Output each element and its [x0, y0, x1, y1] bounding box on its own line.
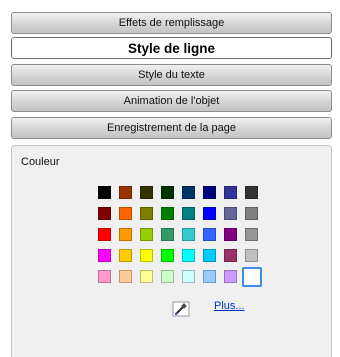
color-swatch[interactable] — [182, 228, 195, 241]
color-swatch[interactable] — [182, 186, 195, 199]
tab-page-recording-label: Enregistrement de la page — [106, 122, 237, 134]
color-swatch[interactable] — [245, 207, 258, 220]
tab-line-style[interactable]: Style de ligne — [11, 37, 332, 59]
tab-page-recording[interactable]: Enregistrement de la page — [11, 117, 332, 139]
color-swatch[interactable] — [182, 270, 195, 283]
color-swatch[interactable] — [203, 207, 216, 220]
color-swatch[interactable] — [161, 207, 174, 220]
color-swatch[interactable] — [203, 249, 216, 262]
color-swatch[interactable] — [161, 228, 174, 241]
color-swatch[interactable] — [119, 228, 132, 241]
color-swatch[interactable] — [224, 249, 237, 262]
tab-fill-effects-label: Effets de remplissage — [118, 17, 225, 29]
color-swatch[interactable] — [98, 228, 111, 241]
color-swatch[interactable] — [140, 228, 153, 241]
color-swatch[interactable] — [98, 186, 111, 199]
color-swatch[interactable] — [224, 186, 237, 199]
color-swatch[interactable] — [182, 207, 195, 220]
color-swatch[interactable] — [182, 249, 195, 262]
color-swatch[interactable] — [203, 228, 216, 241]
color-swatch[interactable] — [224, 228, 237, 241]
tab-text-style[interactable]: Style du texte — [11, 64, 332, 86]
line-style-panel: Couleur Plus... — [11, 145, 332, 357]
color-swatch[interactable] — [119, 186, 132, 199]
tab-object-animation[interactable]: Animation de l'objet — [11, 90, 332, 112]
color-swatch[interactable] — [161, 270, 174, 283]
color-swatch[interactable] — [140, 207, 153, 220]
tab-line-style-label: Style de ligne — [127, 40, 216, 56]
color-swatch[interactable] — [119, 207, 132, 220]
color-swatch[interactable] — [203, 186, 216, 199]
tab-object-animation-label: Animation de l'objet — [123, 95, 220, 107]
color-swatch[interactable] — [98, 207, 111, 220]
color-swatch[interactable] — [245, 228, 258, 241]
tab-text-style-label: Style du texte — [138, 69, 205, 81]
color-swatch[interactable] — [161, 249, 174, 262]
color-swatch[interactable] — [203, 270, 216, 283]
color-swatch[interactable] — [140, 270, 153, 283]
tab-fill-effects[interactable]: Effets de remplissage — [11, 12, 332, 34]
eyedropper-icon[interactable] — [172, 301, 190, 317]
color-swatch[interactable] — [119, 249, 132, 262]
color-swatch[interactable] — [140, 186, 153, 199]
color-swatch[interactable] — [224, 207, 237, 220]
color-swatch[interactable] — [161, 186, 174, 199]
color-swatch[interactable] — [245, 186, 258, 199]
color-swatch[interactable] — [224, 270, 237, 283]
color-swatch[interactable] — [98, 249, 111, 262]
color-swatch[interactable] — [245, 249, 258, 262]
color-swatch[interactable] — [98, 270, 111, 283]
color-swatch[interactable] — [140, 249, 153, 262]
color-swatch-selected[interactable] — [242, 267, 262, 287]
color-label: Couleur — [21, 156, 60, 168]
color-swatch[interactable] — [119, 270, 132, 283]
more-colors-link[interactable]: Plus... — [214, 300, 245, 312]
